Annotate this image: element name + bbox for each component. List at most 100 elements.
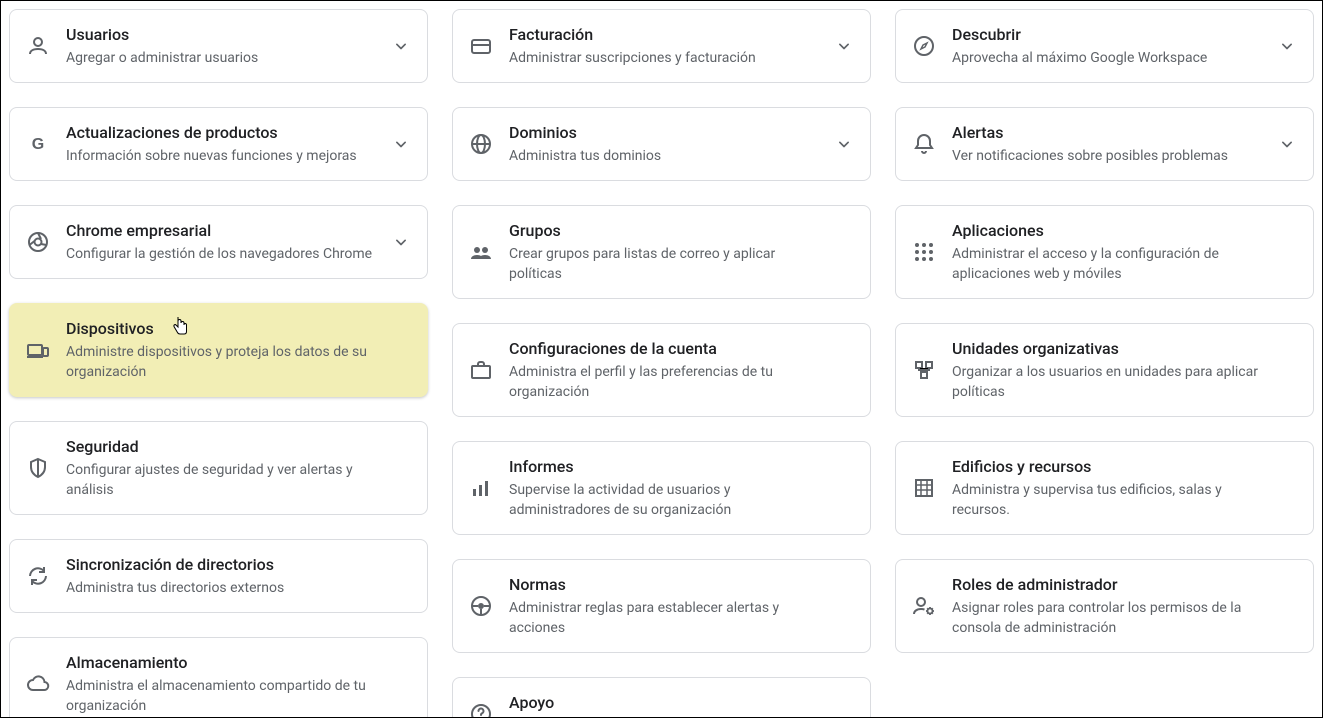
card-description: Configurar ajustes de seguridad y ver al… (66, 460, 387, 500)
bars-icon (469, 476, 493, 500)
card-title: Almacenamiento (66, 652, 387, 674)
card-title: Usuarios (66, 24, 387, 46)
card-description: Información sobre nuevas funciones y mej… (66, 146, 387, 166)
groups-icon (469, 240, 493, 264)
card-body: Roles de administradorAsignar roles para… (952, 574, 1297, 638)
card-chrome-enterprise[interactable]: Chrome empresarialConfigurar la gestión … (9, 205, 428, 279)
card-body: SeguridadConfigurar ajustes de seguridad… (66, 436, 411, 500)
shield-icon (26, 456, 50, 480)
card-admin-roles[interactable]: Roles de administradorAsignar roles para… (895, 559, 1314, 653)
chevron-down-icon[interactable] (1275, 132, 1299, 156)
card-title: Chrome empresarial (66, 220, 387, 242)
sync-icon (26, 564, 50, 588)
card-reports[interactable]: InformesSupervise la actividad de usuari… (452, 441, 871, 535)
card-domains[interactable]: DominiosAdministra tus dominios (452, 107, 871, 181)
card-description: Supervise la actividad de usuarios y adm… (509, 480, 830, 520)
card-title: Dominios (509, 122, 830, 144)
card-body: ApoyoConéctese con el Asistente de ayuda (509, 692, 854, 718)
card-title: Informes (509, 456, 830, 478)
card-body: Unidades organizativasOrganizar a los us… (952, 338, 1297, 402)
card-rules[interactable]: NormasAdministrar reglas para establecer… (452, 559, 871, 653)
card-body: InformesSupervise la actividad de usuari… (509, 456, 854, 520)
card-title: Sincronización de directorios (66, 554, 387, 576)
card-product-updates[interactable]: Actualizaciones de productosInformación … (9, 107, 428, 181)
card-description: Administra el perfil y las preferencias … (509, 362, 830, 402)
card-description: Administrar suscripciones y facturación (509, 48, 830, 68)
card-description: Administrar el acceso y la configuración… (952, 244, 1273, 284)
card-title: Aplicaciones (952, 220, 1273, 242)
card-title: Unidades organizativas (952, 338, 1273, 360)
chevron-down-icon[interactable] (832, 34, 856, 58)
admin-icon (912, 594, 936, 618)
card-discover[interactable]: DescubrirAprovecha al máximo Google Work… (895, 9, 1314, 83)
card-title: Edificios y recursos (952, 456, 1273, 478)
card-description: Administrar reglas para establecer alert… (509, 598, 830, 638)
card-org-units[interactable]: Unidades organizativasOrganizar a los us… (895, 323, 1314, 417)
card-body: AlertasVer notificaciones sobre posibles… (952, 122, 1297, 166)
card-title: Dispositivos (66, 318, 387, 340)
card-billing[interactable]: FacturaciónAdministrar suscripciones y f… (452, 9, 871, 83)
card-security[interactable]: SeguridadConfigurar ajustes de seguridad… (9, 421, 428, 515)
card-directory-sync[interactable]: Sincronización de directoriosAdministra … (9, 539, 428, 613)
card-body: UsuariosAgregar o administrar usuarios (66, 24, 411, 68)
cloud-icon (26, 672, 50, 696)
card-users[interactable]: UsuariosAgregar o administrar usuarios (9, 9, 428, 83)
card-title: Facturación (509, 24, 830, 46)
chevron-down-icon[interactable] (1275, 34, 1299, 58)
card-description: Agregar o administrar usuarios (66, 48, 387, 68)
card-description: Aprovecha al máximo Google Workspace (952, 48, 1273, 68)
card-body: AlmacenamientoAdministra el almacenamien… (66, 652, 411, 716)
column-2: DescubrirAprovecha al máximo Google Work… (895, 9, 1314, 653)
card-body: FacturaciónAdministrar suscripciones y f… (509, 24, 854, 68)
card-description: Crear grupos para listas de correo y apl… (509, 244, 830, 284)
card-alerts[interactable]: AlertasVer notificaciones sobre posibles… (895, 107, 1314, 181)
compass-icon (912, 34, 936, 58)
chevron-down-icon[interactable] (389, 34, 413, 58)
card-body: DominiosAdministra tus dominios (509, 122, 854, 166)
card-devices[interactable]: DispositivosAdministre dispositivos y pr… (9, 303, 428, 397)
g-logo-icon (26, 132, 50, 156)
card-description: Ver notificaciones sobre posibles proble… (952, 146, 1273, 166)
card-description: Asignar roles para controlar los permiso… (952, 598, 1273, 638)
card-body: NormasAdministrar reglas para establecer… (509, 574, 854, 638)
briefcase-icon (469, 358, 493, 382)
card-apps[interactable]: AplicacionesAdministrar el acceso y la c… (895, 205, 1314, 299)
card-body: Chrome empresarialConfigurar la gestión … (66, 220, 411, 264)
chevron-down-icon[interactable] (832, 132, 856, 156)
devices-icon (26, 338, 50, 362)
column-0: UsuariosAgregar o administrar usuarios Ac… (9, 9, 428, 718)
chevron-down-icon[interactable] (389, 230, 413, 254)
org-icon (912, 358, 936, 382)
steering-icon (469, 594, 493, 618)
card-title: Roles de administrador (952, 574, 1273, 596)
card-description: Administra tus directorios externos (66, 578, 387, 598)
column-1: FacturaciónAdministrar suscripciones y f… (452, 9, 871, 718)
card-title: Descubrir (952, 24, 1273, 46)
card-body: DescubrirAprovecha al máximo Google Work… (952, 24, 1297, 68)
card-description: Administra y supervisa tus edificios, sa… (952, 480, 1273, 520)
card-body: Sincronización de directoriosAdministra … (66, 554, 411, 598)
card-title: Actualizaciones de productos (66, 122, 387, 144)
card-body: AplicacionesAdministrar el acceso y la c… (952, 220, 1297, 284)
card-groups[interactable]: GruposCrear grupos para listas de correo… (452, 205, 871, 299)
card-title: Apoyo (509, 692, 830, 714)
globe-icon (469, 132, 493, 156)
card-body: GruposCrear grupos para listas de correo… (509, 220, 854, 284)
card-description: Administra tus dominios (509, 146, 830, 166)
chevron-down-icon[interactable] (389, 132, 413, 156)
card-icon (469, 34, 493, 58)
card-body: DispositivosAdministre dispositivos y pr… (66, 318, 411, 382)
card-description: Organizar a los usuarios en unidades par… (952, 362, 1273, 402)
card-support[interactable]: ApoyoConéctese con el Asistente de ayuda (452, 677, 871, 718)
card-title: Configuraciones de la cuenta (509, 338, 830, 360)
card-body: Configuraciones de la cuentaAdministra e… (509, 338, 854, 402)
card-description: Administra el almacenamiento compartido … (66, 676, 387, 716)
card-buildings[interactable]: Edificios y recursosAdministra y supervi… (895, 441, 1314, 535)
help-icon (469, 702, 493, 718)
card-title: Grupos (509, 220, 830, 242)
card-body: Edificios y recursosAdministra y supervi… (952, 456, 1297, 520)
card-storage[interactable]: AlmacenamientoAdministra el almacenamien… (9, 637, 428, 718)
bell-icon (912, 132, 936, 156)
person-icon (26, 34, 50, 58)
card-account-settings[interactable]: Configuraciones de la cuentaAdministra e… (452, 323, 871, 417)
